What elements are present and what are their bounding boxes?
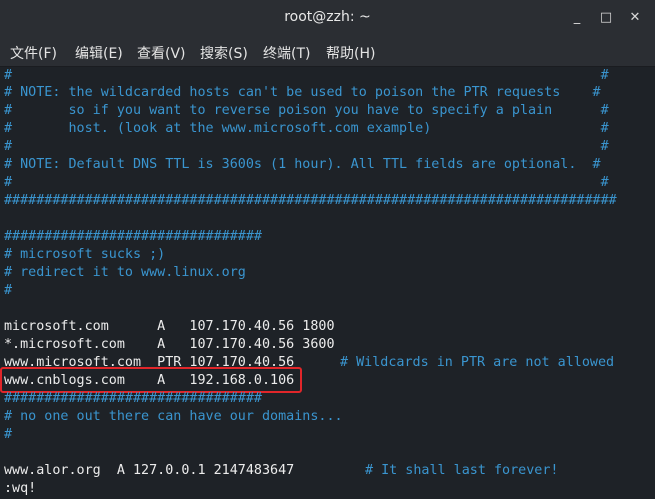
terminal-line: # #	[4, 139, 609, 154]
alor-comment: # It shall last forever!	[365, 463, 559, 478]
menu-search[interactable]: 搜索(S)	[200, 43, 248, 63]
terminal-line: ################################	[4, 229, 262, 244]
menu-terminal[interactable]: 终端(T)	[263, 43, 310, 63]
terminal-line: # NOTE: Default DNS TTL is 3600s (1 hour…	[4, 157, 601, 172]
terminal-line: # no one out there can have our domains.…	[4, 409, 343, 424]
terminal-line: *.microsoft.com A 107.170.40.56 3600	[4, 337, 335, 352]
menu-bar: 文件(F) 编辑(E) 查看(V) 搜索(S) 终端(T) 帮助(H)	[0, 36, 655, 67]
window-title: root@zzh: ~	[284, 9, 371, 25]
menu-view[interactable]: 查看(V)	[137, 43, 186, 63]
terminal-line: # #	[4, 175, 609, 190]
menu-help[interactable]: 帮助(H)	[326, 43, 375, 63]
terminal-line: microsoft.com A 107.170.40.56 1800	[4, 319, 335, 334]
terminal-line: # redirect it to www.linux.org	[4, 265, 246, 280]
terminal-line: # microsoft sucks ;)	[4, 247, 166, 262]
terminal-line: # so if you want to reverse poison you h…	[4, 103, 609, 118]
command-line[interactable]: :wq!	[4, 480, 36, 498]
terminal-line: #	[4, 427, 13, 442]
terminal-content[interactable]: # # # NOTE: the wildcarded hosts can't b…	[0, 67, 655, 499]
menu-file[interactable]: 文件(F)	[10, 43, 57, 63]
terminal-line: # NOTE: the wildcarded hosts can't be us…	[4, 85, 601, 100]
menu-edit[interactable]: 编辑(E)	[75, 43, 123, 63]
terminal-line: ################################	[4, 391, 262, 406]
terminal-line: ########################################…	[4, 193, 617, 208]
minimize-icon[interactable]: _	[568, 10, 586, 26]
ptr-comment: # Wildcards in PTR are not allowed	[340, 355, 615, 370]
terminal-line: www.alor.org A 127.0.0.1 2147483647	[4, 463, 295, 478]
maximize-icon[interactable]: □	[597, 10, 615, 26]
terminal-line: # #	[4, 68, 609, 83]
title-bar: root@zzh: ~ _ □ ✕	[0, 0, 655, 36]
terminal-window: root@zzh: ~ _ □ ✕ 文件(F) 编辑(E) 查看(V) 搜索(S…	[0, 0, 655, 499]
close-icon[interactable]: ✕	[626, 10, 644, 26]
terminal-line: #	[4, 283, 13, 298]
terminal-line: # host. (look at the www.microsoft.com e…	[4, 121, 609, 136]
